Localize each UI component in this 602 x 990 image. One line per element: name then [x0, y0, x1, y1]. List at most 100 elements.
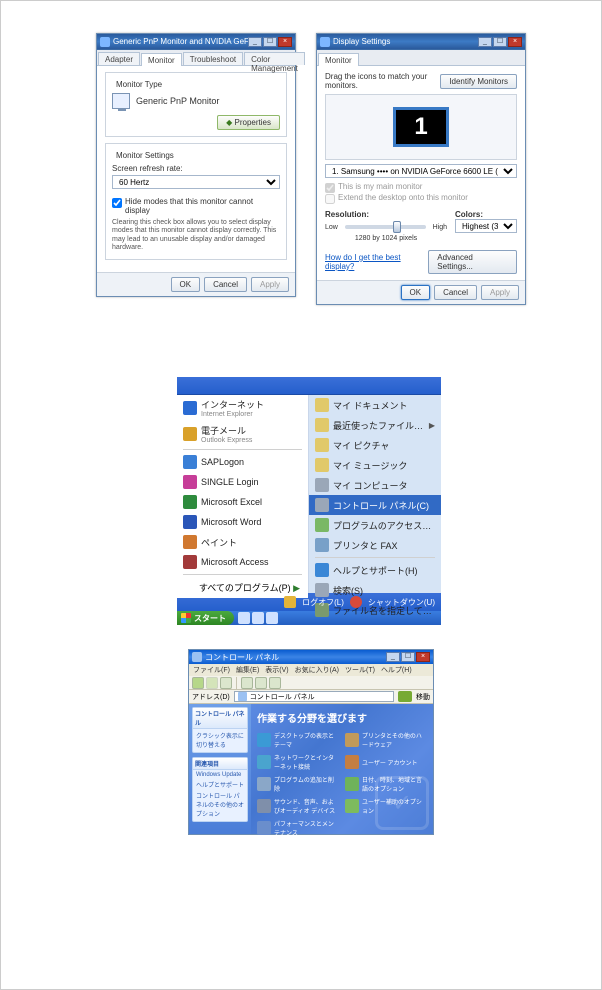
category-item[interactable]: プログラムの追加と削除: [257, 775, 337, 793]
colors-select[interactable]: Highest (32 bit): [455, 219, 517, 233]
apply-button[interactable]: Apply: [481, 285, 519, 300]
places-item[interactable]: ヘルプとサポート(H): [309, 560, 441, 580]
address-input[interactable]: コントロール パネル: [234, 691, 394, 702]
cancel-button[interactable]: Cancel: [204, 277, 247, 292]
window-title: Display Settings: [333, 37, 478, 46]
identify-monitors-button[interactable]: Identify Monitors: [440, 74, 517, 89]
extend-desktop-checkbox: [325, 194, 335, 204]
places-item[interactable]: プログラムのアクセスと既定の設定: [309, 515, 441, 535]
monitor-thumbnail[interactable]: 1: [393, 107, 449, 147]
start-menu: インターネットInternet Explorer 電子メールOutlook Ex…: [177, 377, 441, 625]
tab-monitor[interactable]: Monitor: [141, 53, 182, 66]
quick-launch-item[interactable]: [266, 612, 278, 624]
menu-item[interactable]: ヘルプ(H): [381, 665, 412, 675]
menu-item[interactable]: ツール(T): [345, 665, 375, 675]
tab-adapter[interactable]: Adapter: [98, 52, 140, 65]
display-device-select[interactable]: 1. Samsung •••• on NVIDIA GeForce 6600 L…: [325, 164, 517, 178]
tab-monitor[interactable]: Monitor: [318, 53, 359, 66]
cancel-button[interactable]: Cancel: [434, 285, 477, 300]
places-item[interactable]: マイ ドキュメント: [309, 395, 441, 415]
related-link[interactable]: コントロール パネルのその他のオプション: [196, 791, 244, 818]
place-label: マイ コンピュータ: [333, 479, 435, 492]
close-button[interactable]: ×: [508, 37, 522, 47]
maximize-button[interactable]: ☐: [263, 37, 277, 47]
start-button[interactable]: スタート: [177, 611, 234, 625]
close-button[interactable]: ×: [278, 37, 292, 47]
menu-item[interactable]: お気に入り(A): [295, 665, 339, 675]
pinned-program-item[interactable]: Microsoft Word: [177, 512, 308, 532]
places-item[interactable]: マイ ミュージック: [309, 455, 441, 475]
address-bar: アドレス(D) コントロール パネル 移動: [189, 690, 433, 704]
resolution-value: 1280 by 1024 pixels: [325, 235, 447, 242]
quick-launch-item[interactable]: [252, 612, 264, 624]
category-icon: [257, 777, 271, 791]
quick-launch-item[interactable]: [238, 612, 250, 624]
properties-button[interactable]: ◆ Properties: [217, 115, 280, 130]
minimize-button[interactable]: _: [386, 652, 400, 662]
back-button[interactable]: [192, 677, 204, 689]
ok-button[interactable]: OK: [401, 285, 431, 300]
program-label: Microsoft Excel: [201, 497, 302, 507]
pinned-program-item[interactable]: 電子メールOutlook Express: [177, 421, 308, 447]
hide-modes-checkbox[interactable]: [112, 198, 122, 208]
switch-classic-link[interactable]: クラシック表示に切り替える: [196, 731, 244, 749]
tab-color-management[interactable]: Color Management: [244, 52, 305, 65]
folders-button[interactable]: [255, 677, 267, 689]
all-programs-button[interactable]: すべてのプログラム(P) ▶: [177, 577, 308, 598]
monitor-type-group: Monitor Type Generic PnP Monitor ◆ Prope…: [105, 72, 287, 137]
pinned-program-item[interactable]: Microsoft Access: [177, 552, 308, 572]
hide-modes-label: Hide modes that this monitor cannot disp…: [125, 197, 280, 215]
views-button[interactable]: [269, 677, 281, 689]
best-display-link[interactable]: How do I get the best display?: [325, 253, 428, 271]
pinned-program-item[interactable]: ペイント: [177, 532, 308, 552]
slider-thumb[interactable]: [393, 221, 401, 233]
refresh-rate-select[interactable]: 60 Hertz: [112, 175, 280, 189]
close-button[interactable]: ×: [416, 652, 430, 662]
tab-troubleshoot[interactable]: Troubleshoot: [183, 52, 243, 65]
titlebar[interactable]: コントロール パネル _ ☐ ×: [189, 650, 433, 664]
pinned-program-item[interactable]: SINGLE Login: [177, 472, 308, 492]
places-item[interactable]: コントロール パネル(C): [309, 495, 441, 515]
category-item[interactable]: ネットワークとインターネット接続: [257, 753, 337, 771]
category-item[interactable]: ユーザー アカウント: [345, 753, 425, 771]
apply-button[interactable]: Apply: [251, 277, 289, 292]
shutdown-button[interactable]: シャットダウン(U): [368, 597, 435, 608]
related-link[interactable]: Windows Update: [196, 772, 244, 778]
menu-item[interactable]: 表示(V): [265, 665, 288, 675]
pinned-program-item[interactable]: Microsoft Excel: [177, 492, 308, 512]
pinned-programs-column: インターネットInternet Explorer 電子メールOutlook Ex…: [177, 395, 309, 593]
category-item[interactable]: デスクトップの表示とテーマ: [257, 731, 337, 749]
related-link[interactable]: ヘルプとサポート: [196, 780, 244, 789]
category-icon: [345, 799, 359, 813]
resolution-slider[interactable]: [345, 225, 426, 229]
go-button[interactable]: [398, 691, 412, 702]
menu-item[interactable]: 編集(E): [236, 665, 259, 675]
places-item[interactable]: マイ コンピュータ: [309, 475, 441, 495]
menu-item[interactable]: ファイル(F): [193, 665, 230, 675]
places-item[interactable]: プリンタと FAX: [309, 535, 441, 555]
advanced-settings-button[interactable]: Advanced Settings...: [428, 250, 517, 274]
place-label: 検索(S): [333, 584, 435, 597]
monitor-preview-area[interactable]: 1: [325, 94, 517, 160]
logoff-button[interactable]: ログオフ(L): [302, 597, 344, 608]
category-item[interactable]: パフォーマンスとメンテナンス: [257, 819, 337, 837]
category-item[interactable]: プリンタとその他のハードウェア: [345, 731, 425, 749]
titlebar[interactable]: Display Settings _ ☐ ×: [317, 34, 525, 50]
minimize-button[interactable]: _: [248, 37, 262, 47]
minimize-button[interactable]: _: [478, 37, 492, 47]
maximize-button[interactable]: ☐: [401, 652, 415, 662]
search-button[interactable]: [241, 677, 253, 689]
pinned-program-item[interactable]: インターネットInternet Explorer: [177, 395, 308, 421]
up-button[interactable]: [220, 677, 232, 689]
forward-button[interactable]: [206, 677, 218, 689]
place-icon: [315, 563, 329, 577]
maximize-button[interactable]: ☐: [493, 37, 507, 47]
ok-button[interactable]: OK: [171, 277, 201, 292]
hide-modes-checkbox-row: Hide modes that this monitor cannot disp…: [112, 197, 280, 215]
places-item[interactable]: マイ ピクチャ: [309, 435, 441, 455]
category-item[interactable]: サウンド、音声、およびオーディオ デバイス: [257, 797, 337, 815]
pinned-program-item[interactable]: SAPLogon: [177, 452, 308, 472]
titlebar[interactable]: Generic PnP Monitor and NVIDIA GeForce 6…: [97, 34, 295, 50]
monitor-settings-group: Monitor Settings Screen refresh rate: 60…: [105, 143, 287, 260]
places-item[interactable]: 最近使ったファイル(D) ▶: [309, 415, 441, 435]
